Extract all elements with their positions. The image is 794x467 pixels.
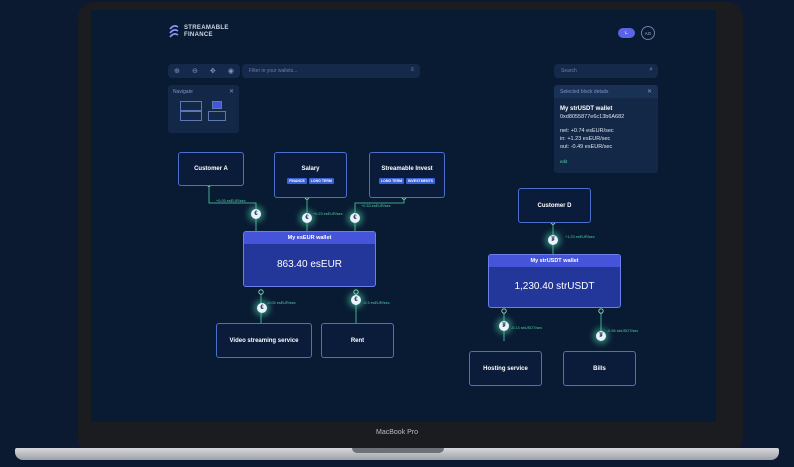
node-streamable-invest[interactable]: Streamable Invest LONG TERM INVESTMENTS (369, 152, 445, 198)
tag: INVESTMENTS (406, 178, 435, 184)
node-hosting-service[interactable]: Hosting service (469, 351, 542, 386)
flow-rate: -0.13 strUSDT/sec (511, 326, 543, 330)
tag: LONG TERM (379, 178, 405, 184)
node-video-streaming[interactable]: Video streaming service (216, 323, 312, 358)
node-label: Salary (301, 166, 320, 172)
tag: LONG TERM (308, 178, 334, 184)
node-label: Rent (350, 337, 365, 344)
app-screen: STREAMABLE FINANCE ⏾ AG ⊕ ⊖ ✥ ◉ Filter i… (91, 10, 716, 422)
euro-coin-icon[interactable]: € (257, 303, 267, 313)
tether-coin-icon[interactable]: ₮ (596, 331, 606, 341)
flow-rate: -0.05 esEUR/sec (267, 301, 296, 305)
node-label: Streamable Invest (381, 166, 433, 172)
laptop-notch (352, 448, 444, 453)
node-label: Customer A (194, 166, 228, 172)
tether-coin-icon[interactable]: ₮ (548, 235, 558, 245)
wallet-strusdt[interactable]: My strUSDT wallet 1,230.40 strUSDT (488, 254, 621, 308)
euro-coin-icon[interactable]: € (251, 209, 261, 219)
flow-rate: +0.33 esEUR/sec (361, 204, 391, 208)
node-rent[interactable]: Rent (321, 323, 394, 358)
wallet-balance: 863.40 esEUR (276, 259, 343, 270)
node-label: Bills (593, 365, 606, 372)
device-model-label: MacBook Pro (375, 429, 419, 436)
euro-coin-icon[interactable]: € (350, 213, 360, 223)
wallet-title: My esEUR wallet (244, 232, 375, 244)
node-bills[interactable]: Bills (563, 351, 636, 386)
node-label: Video streaming service (229, 337, 299, 344)
node-customer-a[interactable]: Customer A (178, 152, 244, 186)
node-label: Customer D (537, 202, 572, 209)
node-label: Hosting service (483, 365, 528, 372)
flow-rate: +0.23 esEUR/sec (313, 212, 343, 216)
tag: FINANCE (287, 178, 307, 184)
flow-rate: +1.23 esEUR/sec (565, 235, 595, 239)
euro-coin-icon[interactable]: € (351, 295, 361, 305)
tether-coin-icon[interactable]: ₮ (499, 321, 509, 331)
wallet-eseur[interactable]: My esEUR wallet 863.40 esEUR (243, 231, 376, 287)
flow-rate: -0.3 esEUR/sec (363, 301, 390, 305)
flow-rate: -0.36 strUSDT/sec (607, 329, 639, 333)
wallet-balance: 1,230.40 strUSDT (514, 281, 595, 292)
flow-rate: +0.05 esEUR/sec (216, 199, 246, 203)
node-customer-d[interactable]: Customer D (518, 188, 591, 223)
node-salary[interactable]: Salary FINANCE LONG TERM (274, 152, 347, 198)
euro-coin-icon[interactable]: € (302, 213, 312, 223)
wallet-title: My strUSDT wallet (489, 255, 620, 267)
